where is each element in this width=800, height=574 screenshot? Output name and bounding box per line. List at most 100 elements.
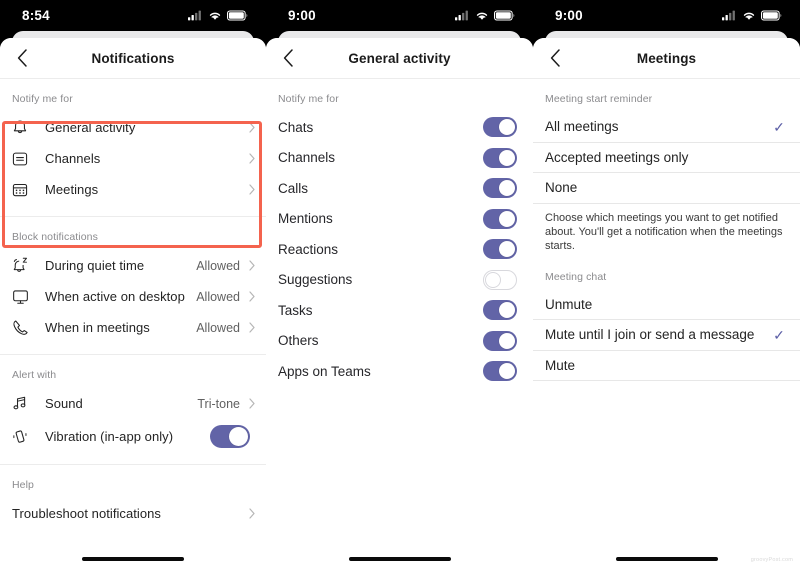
row-vibration[interactable]: Vibration (in-app only) [0,419,266,453]
section-header-help: Help [12,479,34,491]
row-when-in-meetings[interactable]: When in meetings Allowed [0,312,266,343]
home-indicator[interactable] [82,557,184,561]
row-sound[interactable]: Sound Tri-tone [0,388,266,419]
row-label: Chats [278,119,314,135]
suggestions-toggle[interactable] [483,269,517,290]
row-troubleshoot-notifications[interactable]: Troubleshoot notifications [0,498,266,529]
row-during-quiet-time[interactable]: During quiet time Allowed [0,250,266,281]
row-accepted-meetings-only[interactable]: Accepted meetings only [533,143,800,173]
tasks-toggle[interactable] [483,300,517,321]
chevron-right-icon [247,184,256,195]
row-others[interactable]: Others [266,326,533,357]
vibration-toggle[interactable] [210,424,250,448]
quiet-time-icon [12,257,38,274]
row-label: Mute [545,357,576,373]
mentions-toggle[interactable] [483,208,517,229]
wifi-icon [743,12,755,20]
toggle-knob [499,210,515,227]
row-none[interactable]: None [533,173,800,204]
status-bar: 9:00 [533,0,800,31]
row-label: General activity [45,120,136,135]
row-when-active-on-desktop[interactable]: When active on desktop Allowed [0,281,266,312]
row-label: Channels [278,150,336,166]
status-icons [455,10,515,21]
row-reactions[interactable]: Reactions [266,234,533,265]
settings-list: Notify me for General activity Channels … [0,79,266,574]
phone-screen-meetings: 9:00 Meetings Meeting start reminder All… [533,0,800,574]
row-value: Allowed [196,320,240,335]
settings-list: Meeting start reminder All meetings ✓ Ac… [533,79,800,574]
status-time: 9:00 [288,8,316,23]
page-title: Notifications [91,50,175,66]
home-indicator[interactable] [348,557,451,561]
music-note-icon [12,395,38,412]
row-mute-until-join[interactable]: Mute until I join or send a message ✓ [533,320,800,351]
watermark: groovyPost.com [750,557,793,563]
back-button[interactable] [9,45,35,71]
page-title: General activity [348,50,451,66]
nav-bar: General activity [266,38,533,79]
sheet-surface: Notifications Notify me for General acti… [0,38,266,574]
toggle-knob [499,149,515,166]
section-header-block-notifications: Block notifications [12,231,98,243]
wifi-icon [209,12,221,20]
cellular-icon [722,10,735,21]
back-button[interactable] [275,45,301,71]
row-unmute[interactable]: Unmute [533,290,800,320]
status-icons [722,10,782,21]
row-mute[interactable]: Mute [533,351,800,381]
calls-toggle[interactable] [483,178,517,199]
row-label: Tasks [278,302,313,318]
row-channels[interactable]: Channels [0,143,266,174]
battery-icon [494,10,515,21]
status-bar: 9:00 [266,0,533,31]
row-label: Unmute [545,296,593,312]
meeting-reminder-description: Choose which meetings you want to get no… [545,211,783,252]
row-label: Apps on Teams [278,363,371,379]
row-mentions[interactable]: Mentions [266,204,533,235]
reactions-toggle[interactable] [483,239,517,260]
row-channels[interactable]: Channels [266,143,533,174]
row-value: Tri-tone [197,396,240,411]
row-label: Calls [278,180,309,196]
section-header-notify-me-for: Notify me for [278,93,339,105]
row-general-activity[interactable]: General activity [0,112,266,143]
section-header-meeting-chat: Meeting chat [545,270,607,283]
row-calls[interactable]: Calls [266,173,533,204]
toggle-knob [499,332,515,349]
row-label: Others [278,333,319,349]
sheet-surface: Meetings Meeting start reminder All meet… [533,38,800,574]
screenshot-root: 8:54 Notifications Notify me for General… [0,0,800,574]
toggle-knob [485,271,501,288]
cellular-icon [455,10,468,21]
phone-screen-notifications: 8:54 Notifications Notify me for General… [0,0,266,574]
row-label: Mute until I join or send a message [545,327,755,343]
row-meetings[interactable]: Meetings [0,174,266,205]
row-all-meetings[interactable]: All meetings ✓ [533,112,800,143]
row-label: None [545,180,578,196]
toggle-knob [499,119,515,136]
row-label: Suggestions [278,272,353,288]
checkmark-icon: ✓ [773,118,785,135]
channels-toggle[interactable] [483,147,517,168]
apps-on-teams-toggle[interactable] [483,361,517,382]
battery-icon [227,10,248,21]
row-label: Sound [45,396,83,411]
back-button[interactable] [542,45,568,71]
home-indicator[interactable] [615,557,718,561]
toggle-knob [499,302,515,319]
row-suggestions[interactable]: Suggestions [266,265,533,296]
phone-call-icon [12,319,38,336]
row-label: During quiet time [45,258,145,273]
row-apps-on-teams[interactable]: Apps on Teams [266,356,533,387]
chats-toggle[interactable] [483,117,517,138]
row-label: When active on desktop [45,289,185,304]
row-tasks[interactable]: Tasks [266,295,533,326]
others-toggle[interactable] [483,330,517,351]
status-time: 9:00 [555,8,583,23]
row-label: All meetings [545,119,619,135]
row-chats[interactable]: Chats [266,112,533,143]
toggle-knob [229,426,248,446]
chevron-left-icon [17,49,27,67]
status-time: 8:54 [22,8,50,23]
